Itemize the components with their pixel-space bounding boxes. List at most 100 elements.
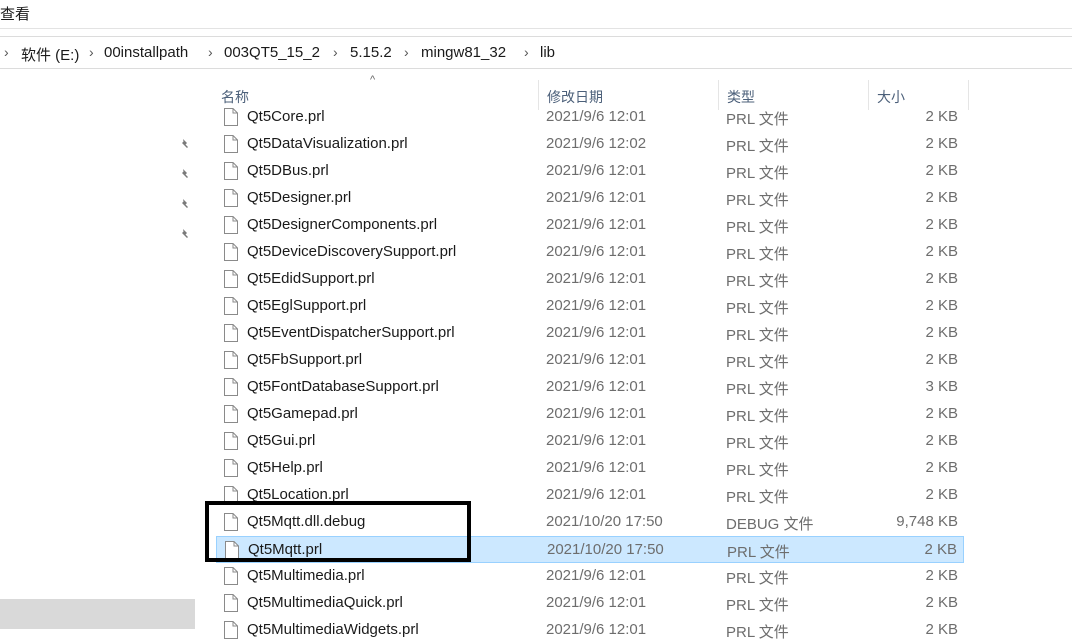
file-date: 2021/10/20 17:50 (546, 513, 663, 530)
file-row[interactable]: Qt5EdidSupport.prl 2021/9/6 12:01 PRL 文件… (216, 266, 964, 293)
file-size: 2 KB (925, 486, 958, 503)
file-icon (224, 378, 238, 396)
file-row[interactable]: Qt5EglSupport.prl 2021/9/6 12:01 PRL 文件 … (216, 293, 964, 320)
file-name: Qt5Mqtt.dll.debug (247, 513, 366, 530)
file-name: Qt5MultimediaQuick.prl (247, 594, 403, 611)
breadcrumb-installpath[interactable]: 00installpath (104, 44, 188, 61)
file-type: PRL 文件 (726, 219, 789, 236)
file-name: Qt5EglSupport.prl (247, 297, 367, 314)
breadcrumb-mingw[interactable]: mingw81_32 (421, 44, 506, 61)
file-date: 2021/9/6 12:01 (546, 351, 647, 368)
file-icon (224, 405, 238, 423)
file-type: DEBUG 文件 (726, 516, 814, 533)
file-date: 2021/9/6 12:01 (546, 378, 647, 395)
file-row[interactable]: Qt5Location.prl 2021/9/6 12:01 PRL 文件 2 … (216, 482, 964, 509)
file-type: PRL 文件 (726, 462, 789, 479)
pin-icon[interactable] (178, 198, 192, 212)
file-row[interactable]: Qt5DeviceDiscoverySupport.prl 2021/9/6 1… (216, 239, 964, 266)
file-row[interactable]: Qt5Designer.prl 2021/9/6 12:01 PRL 文件 2 … (216, 185, 964, 212)
file-type: PRL 文件 (726, 327, 789, 344)
file-row[interactable]: Qt5DBus.prl 2021/9/6 12:01 PRL 文件 2 KB (216, 158, 964, 185)
file-row[interactable]: Qt5Mqtt.dll.debug 2021/10/20 17:50 DEBUG… (216, 509, 964, 536)
file-date: 2021/9/6 12:01 (546, 567, 647, 584)
breadcrumb-lib[interactable]: lib (540, 44, 555, 61)
file-type: PRL 文件 (726, 624, 789, 641)
file-type: PRL 文件 (726, 570, 789, 587)
file-date: 2021/9/6 12:01 (546, 594, 647, 611)
file-date: 2021/9/6 12:01 (546, 486, 647, 503)
file-icon (224, 513, 238, 531)
chevron-right-icon[interactable]: › (404, 44, 409, 60)
file-name: Qt5DeviceDiscoverySupport.prl (247, 243, 457, 260)
file-size: 2 KB (925, 594, 958, 611)
file-row[interactable]: Qt5Gamepad.prl 2021/9/6 12:01 PRL 文件 2 K… (216, 401, 964, 428)
file-date: 2021/9/6 12:01 (546, 162, 647, 179)
file-icon (225, 541, 239, 559)
file-row-selected[interactable]: Qt5Mqtt.prl 2021/10/20 17:50 PRL 文件 2 KB (216, 536, 964, 563)
file-row[interactable]: Qt5FbSupport.prl 2021/9/6 12:01 PRL 文件 2… (216, 347, 964, 374)
file-name: Qt5Gui.prl (247, 432, 316, 449)
file-size: 2 KB (925, 621, 958, 638)
file-date: 2021/10/20 17:50 (547, 541, 664, 558)
file-date: 2021/9/6 12:01 (546, 189, 647, 206)
file-row[interactable]: Qt5EventDispatcherSupport.prl 2021/9/6 1… (216, 320, 964, 347)
breadcrumb-drive[interactable]: 软件 (E:) (21, 44, 79, 65)
breadcrumb-qt5[interactable]: 003QT5_15_2 (224, 44, 320, 61)
breadcrumb[interactable]: › 软件 (E:) › 00installpath › 003QT5_15_2 … (0, 36, 1072, 69)
file-size: 2 KB (925, 243, 958, 260)
file-icon (224, 324, 238, 342)
chevron-right-icon[interactable]: › (208, 44, 213, 60)
file-date: 2021/9/6 12:01 (546, 270, 647, 287)
file-icon (224, 594, 238, 612)
file-type: PRL 文件 (726, 273, 789, 290)
chevron-right-icon[interactable]: › (524, 44, 529, 60)
pin-icon[interactable] (178, 228, 192, 242)
file-size: 2 KB (925, 459, 958, 476)
file-row[interactable]: Qt5Core.prl 2021/9/6 12:01 PRL 文件 2 KB (216, 104, 964, 131)
file-size: 9,748 KB (896, 513, 958, 530)
file-size: 2 KB (925, 108, 958, 125)
file-size: 2 KB (925, 405, 958, 422)
file-row[interactable]: Qt5DesignerComponents.prl 2021/9/6 12:01… (216, 212, 964, 239)
file-name: Qt5DataVisualization.prl (247, 135, 408, 152)
file-size: 2 KB (925, 270, 958, 287)
file-icon (224, 567, 238, 585)
file-date: 2021/9/6 12:01 (546, 297, 647, 314)
file-size: 2 KB (924, 541, 957, 558)
file-name: Qt5FbSupport.prl (247, 351, 363, 368)
file-name: Qt5EdidSupport.prl (247, 270, 375, 287)
file-icon (224, 486, 238, 504)
file-type: PRL 文件 (726, 381, 789, 398)
file-row[interactable]: Qt5MultimediaWidgets.prl 2021/9/6 12:01 … (216, 617, 964, 644)
file-type: PRL 文件 (726, 165, 789, 182)
file-date: 2021/9/6 12:01 (546, 324, 647, 341)
file-row[interactable]: Qt5Help.prl 2021/9/6 12:01 PRL 文件 2 KB (216, 455, 964, 482)
file-type: PRL 文件 (726, 489, 789, 506)
file-row[interactable]: Qt5DataVisualization.prl 2021/9/6 12:02 … (216, 131, 964, 158)
file-size: 2 KB (925, 324, 958, 341)
file-name: Qt5Gamepad.prl (247, 405, 358, 422)
file-row[interactable]: Qt5FontDatabaseSupport.prl 2021/9/6 12:0… (216, 374, 964, 401)
file-row[interactable]: Qt5Gui.prl 2021/9/6 12:01 PRL 文件 2 KB (216, 428, 964, 455)
file-type: PRL 文件 (727, 544, 790, 561)
breadcrumb-version[interactable]: 5.15.2 (350, 44, 392, 61)
file-type: PRL 文件 (726, 138, 789, 155)
sort-ascending-icon: ^ (370, 74, 376, 86)
file-row[interactable]: Qt5Multimedia.prl 2021/9/6 12:01 PRL 文件 … (216, 563, 964, 590)
chevron-right-icon[interactable]: › (89, 44, 94, 60)
chevron-right-icon[interactable]: › (4, 44, 9, 60)
nav-selected-item[interactable] (0, 599, 195, 629)
file-type: PRL 文件 (726, 435, 789, 452)
file-name: Qt5MultimediaWidgets.prl (247, 621, 419, 638)
file-icon (224, 270, 238, 288)
menu-view[interactable]: 查看 (0, 3, 30, 24)
file-size: 2 KB (925, 432, 958, 449)
file-date: 2021/9/6 12:01 (546, 216, 647, 233)
pin-icon[interactable] (178, 138, 192, 152)
file-size: 2 KB (925, 189, 958, 206)
pin-icon[interactable] (178, 168, 192, 182)
column-divider[interactable] (968, 80, 969, 110)
chevron-right-icon[interactable]: › (333, 44, 338, 60)
file-list: ^ 名称 修改日期 类型 大小 Qt5Core.prl 2021/9/6 12:… (198, 70, 1072, 643)
file-row[interactable]: Qt5MultimediaQuick.prl 2021/9/6 12:01 PR… (216, 590, 964, 617)
